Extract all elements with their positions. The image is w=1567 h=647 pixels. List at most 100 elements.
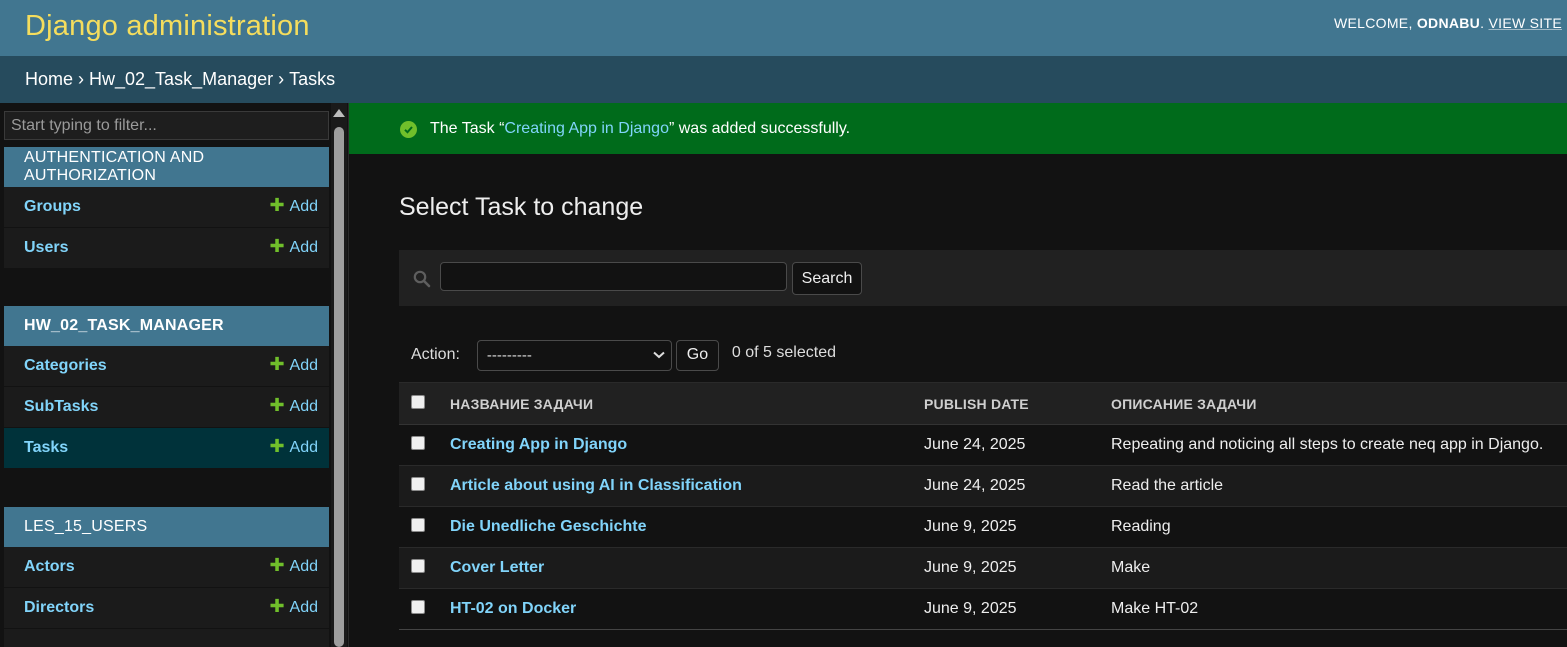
column-header-date[interactable]: PUBLISH DATE	[924, 383, 1111, 425]
module-auth: AUTHENTICATION AND AUTHORIZATION Groups …	[4, 147, 329, 269]
plus-icon: ✚	[269, 435, 285, 456]
search-input[interactable]	[440, 262, 787, 291]
column-header-description[interactable]: ОПИСАНИЕ ЗАДАЧИ	[1111, 383, 1567, 425]
model-link[interactable]: SubTasks	[24, 398, 98, 416]
table-row: Article about using AI in Classification…	[399, 465, 1567, 507]
task-link[interactable]: Die Unedliche Geschichte	[450, 518, 647, 535]
sidebar-item-tasks[interactable]: Tasks ✚ Add	[4, 428, 329, 469]
add-button[interactable]: ✚ Add	[269, 394, 318, 416]
sidebar-item-users[interactable]: Users ✚ Add	[4, 228, 329, 269]
sidebar-item-actors[interactable]: Actors ✚ Add	[4, 547, 329, 588]
action-label: Action:	[411, 346, 460, 363]
task-description: Repeating and noticing all steps to crea…	[1111, 436, 1544, 453]
sidebar-scrollbar[interactable]	[331, 103, 347, 647]
sidebar-item-groups[interactable]: Groups ✚ Add	[4, 187, 329, 228]
table-row: Cover Letter June 9, 2025 Make	[399, 547, 1567, 589]
action-counter: 0 of 5 selected	[731, 344, 836, 361]
model-link[interactable]: Groups	[24, 198, 81, 216]
welcome-text: WELCOME,	[1334, 15, 1413, 31]
view-site-link[interactable]: VIEW SITE	[1489, 15, 1563, 31]
task-link[interactable]: Creating App in Django	[450, 436, 627, 453]
actions-bar: Action: --------- Go 0 of 5 selected	[399, 330, 1567, 380]
chevron-down-icon	[653, 351, 665, 359]
task-description: Make	[1111, 559, 1151, 576]
plus-icon: ✚	[269, 554, 285, 575]
breadcrumb-separator: ›	[73, 69, 90, 89]
model-link[interactable]: Directors	[24, 599, 94, 617]
publish-date: June 24, 2025	[924, 477, 1026, 494]
breadcrumb-current: Tasks	[289, 69, 336, 89]
breadcrumb: Home › Hw_02_Task_Manager › Tasks	[0, 56, 1567, 103]
task-link[interactable]: Article about using AI in Classification	[450, 477, 742, 494]
row-checkbox[interactable]	[411, 435, 425, 450]
module-caption[interactable]: LES_15_USERS	[4, 507, 329, 547]
add-button[interactable]: ✚ Add	[269, 554, 318, 576]
plus-icon: ✚	[269, 235, 285, 256]
success-message: The Task “Creating App in Django” was ad…	[349, 103, 1567, 154]
module-caption[interactable]: AUTHENTICATION AND AUTHORIZATION	[4, 147, 329, 187]
table-row: HT-02 on Docker June 9, 2025 Make HT-02	[399, 588, 1567, 630]
action-select-value: ---------	[486, 346, 532, 364]
message-text: The Task “Creating App in Django” was ad…	[430, 119, 851, 137]
add-button[interactable]: ✚ Add	[269, 435, 318, 457]
model-link[interactable]: Users	[24, 239, 68, 257]
row-checkbox[interactable]	[411, 517, 425, 532]
header: Django administration WELCOME, ODNABU. V…	[0, 0, 1567, 56]
model-link[interactable]: Categories	[24, 357, 107, 375]
select-all-checkbox[interactable]	[411, 395, 425, 409]
breadcrumb-home[interactable]: Home	[25, 69, 73, 90]
sidebar-item-categories[interactable]: Categories ✚ Add	[4, 346, 329, 387]
row-checkbox[interactable]	[411, 558, 425, 573]
publish-date: June 9, 2025	[924, 600, 1017, 617]
nav-sidebar: AUTHENTICATION AND AUTHORIZATION Groups …	[0, 103, 349, 647]
model-link[interactable]: Tasks	[24, 439, 68, 457]
site-name[interactable]: Django administration	[25, 10, 310, 43]
select-all-cell	[399, 383, 450, 425]
publish-date: June 9, 2025	[924, 518, 1017, 535]
page-title: Select Task to change	[399, 193, 644, 221]
task-description: Read the article	[1111, 477, 1224, 494]
table-row: Die Unedliche Geschichte June 9, 2025 Re…	[399, 506, 1567, 548]
username: ODNABU	[1416, 15, 1481, 31]
add-button[interactable]: ✚ Add	[269, 194, 318, 216]
task-description: Make HT-02	[1111, 600, 1199, 617]
row-checkbox[interactable]	[411, 476, 425, 491]
user-tools: WELCOME, ODNABU. VIEW SITE	[1334, 15, 1562, 31]
row-checkbox[interactable]	[411, 599, 425, 614]
result-list-table: НАЗВАНИЕ ЗАДАЧИ PUBLISH DATE ОПИСАНИЕ ЗА…	[399, 382, 1567, 630]
check-circle-icon	[400, 121, 417, 138]
table-row: Creating App in Django June 24, 2025 Rep…	[399, 424, 1567, 466]
search-icon	[413, 270, 431, 288]
scroll-up-arrow-icon[interactable]	[333, 109, 345, 117]
go-button[interactable]: Go	[675, 339, 719, 371]
scroll-thumb[interactable]	[334, 127, 344, 647]
plus-icon: ✚	[269, 194, 285, 215]
search-button[interactable]: Search	[792, 262, 862, 295]
task-link[interactable]: Cover Letter	[450, 559, 544, 576]
plus-icon: ✚	[269, 394, 285, 415]
search-toolbar: Search	[399, 250, 1567, 306]
task-description: Reading	[1111, 518, 1171, 535]
module-caption[interactable]: HW_02_TASK_MANAGER	[4, 306, 329, 346]
plus-icon: ✚	[269, 595, 285, 616]
add-button[interactable]: ✚ Add	[269, 235, 318, 257]
breadcrumb-app[interactable]: Hw_02_Task_Manager	[89, 69, 273, 90]
nav-filter-input[interactable]	[4, 111, 329, 140]
action-select[interactable]: ---------	[476, 339, 672, 371]
breadcrumb-separator: ›	[273, 69, 290, 89]
task-link[interactable]: HT-02 on Docker	[450, 600, 576, 617]
sidebar-item-directors[interactable]: Directors ✚ Add	[4, 588, 329, 629]
sidebar-item-partial	[4, 629, 329, 647]
module-users: LES_15_USERS Actors ✚ Add Directors ✚ Add	[4, 507, 329, 647]
add-button[interactable]: ✚ Add	[269, 353, 318, 375]
column-header-name[interactable]: НАЗВАНИЕ ЗАДАЧИ	[450, 383, 924, 425]
table-header: НАЗВАНИЕ ЗАДАЧИ PUBLISH DATE ОПИСАНИЕ ЗА…	[399, 382, 1567, 425]
module-task-manager: HW_02_TASK_MANAGER Categories ✚ Add SubTa…	[4, 306, 329, 469]
sidebar-item-subtasks[interactable]: SubTasks ✚ Add	[4, 387, 329, 428]
add-button[interactable]: ✚ Add	[269, 595, 318, 617]
message-link[interactable]: Creating App in Django	[504, 120, 669, 137]
publish-date: June 24, 2025	[924, 436, 1026, 453]
model-link[interactable]: Actors	[24, 558, 75, 576]
plus-icon: ✚	[269, 353, 285, 374]
publish-date: June 9, 2025	[924, 559, 1017, 576]
